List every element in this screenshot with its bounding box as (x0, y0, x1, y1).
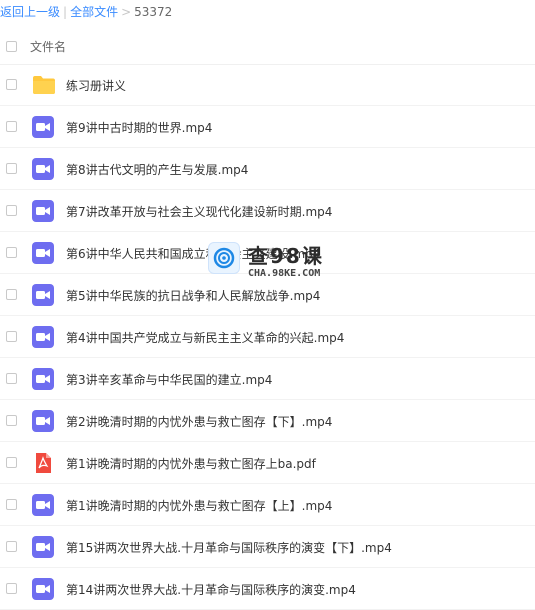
row-checkbox[interactable] (6, 583, 17, 594)
video-file-icon (32, 410, 54, 432)
file-row[interactable]: 第3讲辛亥革命与中华民国的建立.mp4 (0, 358, 535, 400)
breadcrumb-separator: | (63, 5, 68, 19)
video-file-icon (32, 494, 54, 516)
file-row[interactable]: 第4讲中国共产党成立与新民主主义革命的兴起.mp4 (0, 316, 535, 358)
file-row[interactable]: 第2讲晚清时期的内忧外患与救亡图存【下】.mp4 (0, 400, 535, 442)
row-checkbox[interactable] (6, 457, 17, 468)
row-checkbox[interactable] (6, 247, 17, 258)
row-checkbox[interactable] (6, 79, 17, 90)
video-file-icon (32, 536, 54, 558)
file-list: 练习册讲义第9讲中古时期的世界.mp4 第8讲古代文明的产生与发展.mp4 第7讲改… (0, 64, 535, 610)
file-row[interactable]: 第7讲改革开放与社会主义现代化建设新时期.mp4 (0, 190, 535, 232)
watermark: 查98课 CHA.98KE.COM (208, 240, 358, 290)
row-checkbox[interactable] (6, 541, 17, 552)
file-name[interactable]: 第3讲辛亥革命与中华民国的建立.mp4 (66, 371, 272, 388)
file-row[interactable]: 练习册讲义 (0, 64, 535, 106)
video-file-icon (32, 578, 54, 600)
current-folder: 53372 (134, 5, 173, 19)
row-checkbox[interactable] (6, 163, 17, 174)
file-row[interactable]: 第9讲中古时期的世界.mp4 (0, 106, 535, 148)
back-link[interactable]: 返回上一级 (0, 5, 60, 19)
file-row[interactable]: 第8讲古代文明的产生与发展.mp4 (0, 148, 535, 190)
row-checkbox[interactable] (6, 415, 17, 426)
file-name[interactable]: 第1讲晚清时期的内忧外患与救亡图存【上】.mp4 (66, 497, 332, 514)
file-name[interactable]: 第4讲中国共产党成立与新民主主义革命的兴起.mp4 (66, 329, 344, 346)
chevron-right-icon: > (121, 5, 132, 19)
row-checkbox[interactable] (6, 121, 17, 132)
file-row[interactable]: 第14讲两次世界大战.十月革命与国际秩序的演变.mp4 (0, 568, 535, 610)
video-file-icon (32, 242, 54, 264)
video-file-icon (32, 116, 54, 138)
breadcrumb: 返回上一级 | 全部文件 >53372 (0, 0, 535, 24)
column-title-filename: 文件名 (30, 40, 67, 54)
all-files-link[interactable]: 全部文件 (70, 5, 118, 19)
file-name[interactable]: 第14讲两次世界大战.十月革命与国际秩序的演变.mp4 (66, 581, 356, 598)
row-checkbox[interactable] (6, 331, 17, 342)
watermark-title: 查98课 (248, 244, 324, 268)
file-name[interactable]: 第9讲中古时期的世界.mp4 (66, 119, 212, 136)
file-name[interactable]: 第8讲古代文明的产生与发展.mp4 (66, 161, 248, 178)
file-row[interactable]: 第15讲两次世界大战.十月革命与国际秩序的演变【下】.mp4 (0, 526, 535, 568)
pdf-file-icon (32, 452, 54, 474)
video-file-icon (32, 368, 54, 390)
video-file-icon (32, 200, 54, 222)
row-checkbox[interactable] (6, 499, 17, 510)
select-all-checkbox[interactable] (6, 41, 17, 52)
file-name[interactable]: 第7讲改革开放与社会主义现代化建设新时期.mp4 (66, 203, 332, 220)
file-name[interactable]: 练习册讲义 (66, 77, 126, 94)
watermark-logo-icon (208, 242, 240, 274)
file-list-header: 文件名 (0, 24, 535, 65)
row-checkbox[interactable] (6, 205, 17, 216)
video-file-icon (32, 158, 54, 180)
watermark-url: CHA.98KE.COM (248, 268, 321, 279)
row-checkbox[interactable] (6, 373, 17, 384)
file-row[interactable]: 第1讲晚清时期的内忧外患与救亡图存【上】.mp4 (0, 484, 535, 526)
file-row[interactable]: 第1讲晚清时期的内忧外患与救亡图存上ba.pdf (0, 442, 535, 484)
row-checkbox[interactable] (6, 289, 17, 300)
video-file-icon (32, 326, 54, 348)
video-file-icon (32, 284, 54, 306)
file-name[interactable]: 第1讲晚清时期的内忧外患与救亡图存上ba.pdf (66, 455, 316, 472)
file-name[interactable]: 第2讲晚清时期的内忧外患与救亡图存【下】.mp4 (66, 413, 332, 430)
file-name[interactable]: 第15讲两次世界大战.十月革命与国际秩序的演变【下】.mp4 (66, 539, 392, 556)
folder-icon (32, 74, 55, 96)
